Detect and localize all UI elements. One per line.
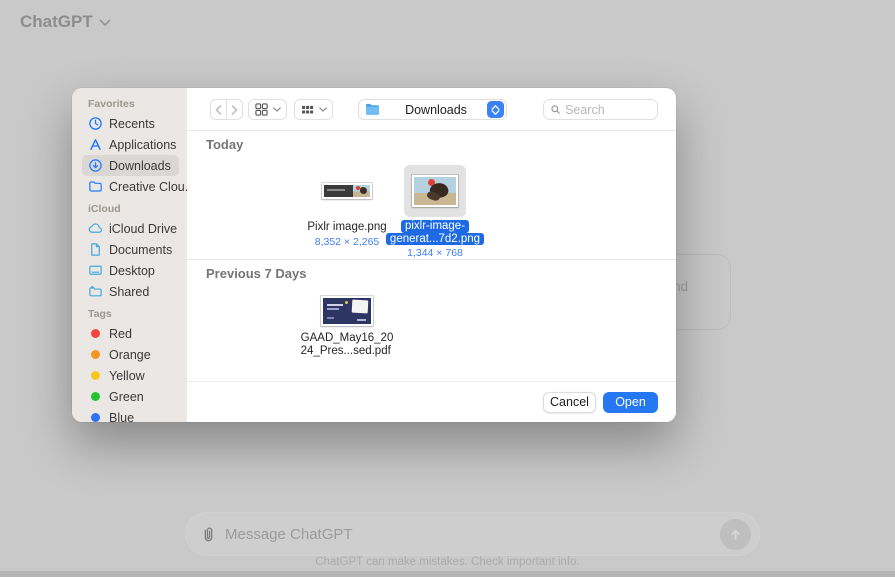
file-name: GAAD_May16_20 24_Pres...sed.pdf xyxy=(301,332,394,358)
chatgpt-model-switcher[interactable]: ChatGPT xyxy=(20,12,111,32)
search-icon xyxy=(550,103,561,116)
sidebar-item-label: Yellow xyxy=(109,369,145,383)
sidebar-item-label: iCloud Drive xyxy=(109,222,177,236)
sidebar-item-documents[interactable]: Documents xyxy=(82,239,179,260)
file-thumbnail-pdf xyxy=(321,296,373,326)
message-input[interactable] xyxy=(225,526,720,543)
open-button[interactable]: Open xyxy=(603,392,658,413)
tag-dot-green xyxy=(91,392,100,401)
download-circle-icon xyxy=(88,158,103,173)
sidebar-item-label: Green xyxy=(109,390,144,404)
today-files: Pixlr image.png 8,352 × 2,265 pixlr-imag… xyxy=(303,165,479,259)
search-field[interactable] xyxy=(543,99,658,120)
folder-blue-icon xyxy=(365,103,380,116)
sidebar-item-icloud-drive[interactable]: iCloud Drive xyxy=(82,218,179,239)
sidebar-item-label: Shared xyxy=(109,285,149,299)
back-button[interactable] xyxy=(210,99,227,120)
tag-dot-yellow xyxy=(91,371,100,380)
section-title-previous: Previous 7 Days xyxy=(206,266,306,281)
bottom-edge xyxy=(0,571,895,577)
disclaimer-text: ChatGPT can make mistakes. Check importa… xyxy=(0,556,895,568)
file-thumbnail-photo xyxy=(412,175,458,207)
forward-button[interactable] xyxy=(226,99,243,120)
sidebar-item-downloads[interactable]: Downloads xyxy=(82,155,179,176)
paperclip-icon[interactable] xyxy=(200,526,217,543)
chevron-right-icon xyxy=(231,105,238,115)
group-view-icon xyxy=(301,105,314,115)
tag-dot-orange xyxy=(91,350,100,359)
folder-icon xyxy=(88,179,103,194)
file-browser-content: Today Pixlr image.png 8,352 × 2,265 xyxy=(187,131,676,381)
file-name: Pixlr image.png xyxy=(307,221,386,234)
location-dropdown[interactable]: Downloads xyxy=(358,99,507,120)
location-label: Downloads xyxy=(390,103,482,117)
brand-title: ChatGPT xyxy=(20,12,93,32)
file-item-pixlr-generated-selected[interactable]: pixlr-image- generat...7d2.png 1,344 × 7… xyxy=(391,165,479,259)
document-icon xyxy=(88,242,103,257)
group-view-button[interactable] xyxy=(294,99,333,120)
send-button[interactable] xyxy=(720,519,751,550)
file-item-gaad-pdf[interactable]: GAAD_May16_20 24_Pres...sed.pdf xyxy=(308,296,386,358)
sidebar-item-applications[interactable]: Applications xyxy=(82,134,179,155)
file-item-pixlr-image[interactable]: Pixlr image.png 8,352 × 2,265 xyxy=(303,165,391,259)
sidebar-section-favorites: Favorites xyxy=(88,98,179,110)
message-composer[interactable] xyxy=(185,512,760,556)
dialog-toolbar: Downloads xyxy=(187,88,676,131)
sidebar-item-desktop[interactable]: Desktop xyxy=(82,260,179,281)
tag-dot-red xyxy=(91,329,100,338)
applications-icon xyxy=(88,137,103,152)
dialog-footer: Cancel Open xyxy=(187,381,676,422)
file-open-dialog: Favorites Recents Applications Downloads… xyxy=(72,88,676,422)
icon-view-button[interactable] xyxy=(248,99,287,120)
search-input[interactable] xyxy=(565,103,651,117)
file-name-selected: pixlr-image- generat...7d2.png xyxy=(386,220,484,245)
sidebar-item-label: Desktop xyxy=(109,264,155,278)
sidebar-tag-yellow[interactable]: Yellow xyxy=(82,365,179,386)
sidebar-item-label: Orange xyxy=(109,348,151,362)
arrow-up-icon xyxy=(728,527,743,542)
chevron-down-icon xyxy=(273,107,281,112)
sidebar-item-label: Documents xyxy=(109,243,172,257)
chevron-left-icon xyxy=(215,105,222,115)
section-title-today: Today xyxy=(206,137,243,152)
dialog-main: Downloads Today xyxy=(187,88,676,422)
sidebar-item-creative-cloud[interactable]: Creative Clou... xyxy=(82,176,179,197)
sidebar-item-shared[interactable]: Shared xyxy=(82,281,179,302)
sidebar-tag-green[interactable]: Green xyxy=(82,386,179,407)
shared-folder-icon xyxy=(88,284,103,299)
stepper-icon xyxy=(487,101,504,118)
clock-icon xyxy=(88,116,103,131)
tag-dot-blue xyxy=(91,413,100,422)
cancel-button[interactable]: Cancel xyxy=(543,392,596,413)
finder-sidebar: Favorites Recents Applications Downloads… xyxy=(72,88,187,422)
sidebar-item-label: Recents xyxy=(109,117,155,131)
chevron-down-icon xyxy=(99,19,111,27)
sidebar-item-label: Downloads xyxy=(109,159,171,173)
file-dimensions: 1,344 × 768 xyxy=(407,247,463,259)
sidebar-item-label: Red xyxy=(109,327,132,341)
file-thumbnail-banner xyxy=(322,183,372,199)
sidebar-tag-red[interactable]: Red xyxy=(82,323,179,344)
sidebar-item-label: Creative Clou... xyxy=(109,180,187,194)
sidebar-section-tags: Tags xyxy=(88,308,179,320)
sidebar-item-recents[interactable]: Recents xyxy=(82,113,179,134)
file-dimensions: 8,352 × 2,265 xyxy=(315,236,380,248)
sidebar-tag-orange[interactable]: Orange xyxy=(82,344,179,365)
sidebar-tag-blue[interactable]: Blue xyxy=(82,407,179,422)
cloud-icon xyxy=(88,221,103,236)
grid-view-icon xyxy=(255,103,268,116)
sidebar-item-label: Blue xyxy=(109,411,134,423)
chevron-down-icon xyxy=(319,107,327,112)
desktop-icon xyxy=(88,263,103,278)
sidebar-section-icloud: iCloud xyxy=(88,203,179,215)
sidebar-item-label: Applications xyxy=(109,138,176,152)
section-divider xyxy=(187,259,676,260)
